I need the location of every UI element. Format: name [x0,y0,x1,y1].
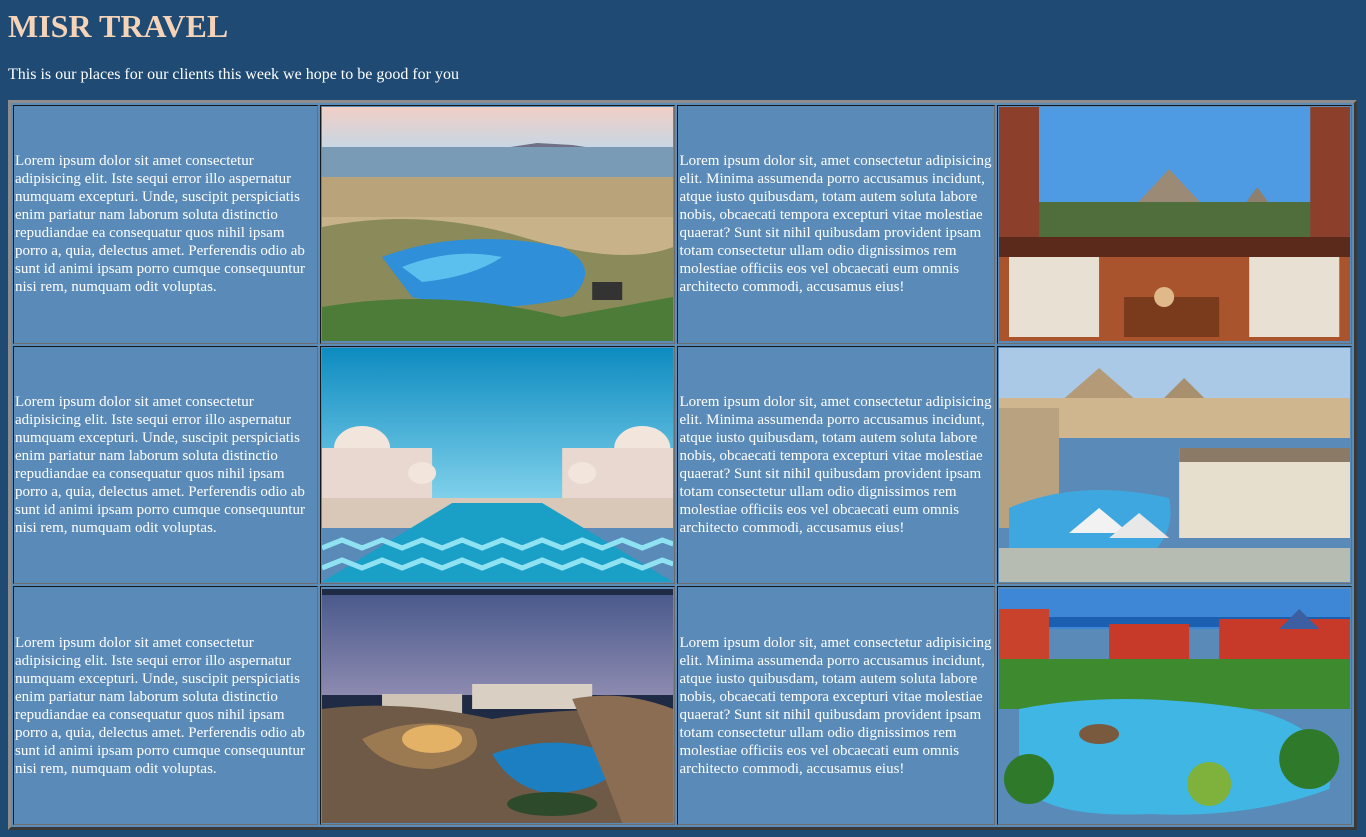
place-description: Lorem ipsum dolor sit, amet consectetur … [677,105,995,344]
place-description: Lorem ipsum dolor sit, amet consectetur … [677,586,995,825]
place-image-cell [320,345,676,585]
place-image-cell [996,586,1352,825]
resort-aerial-photo [322,107,674,342]
domed-palace-pool-photo [322,347,674,582]
page-title: MISR TRAVEL [8,8,229,44]
place-image-cell [996,345,1352,585]
rocky-resort-night-photo [322,588,674,823]
place-description: Lorem ipsum dolor sit amet consectetur a… [13,105,319,344]
table-row: Lorem ipsum dolor sit amet consectetur a… [13,586,1352,825]
place-image-cell [996,105,1352,344]
place-description: Lorem ipsum dolor sit amet consectetur a… [13,345,319,585]
red-palace-pool-photo [998,588,1350,823]
pyramids-balcony-photo [998,107,1350,342]
place-description: Lorem ipsum dolor sit, amet consectetur … [677,345,995,585]
table-row: Lorem ipsum dolor sit amet consectetur a… [13,105,1352,344]
places-table: Lorem ipsum dolor sit amet consectetur a… [8,100,1357,830]
intro-text: This is our places for our clients this … [8,66,460,83]
place-description: Lorem ipsum dolor sit amet consectetur a… [13,586,319,825]
table-row: Lorem ipsum dolor sit amet consectetur a… [13,345,1352,585]
pyramids-hotel-pool-photo [998,347,1350,582]
place-image-cell [320,105,676,344]
place-image-cell [320,586,676,825]
